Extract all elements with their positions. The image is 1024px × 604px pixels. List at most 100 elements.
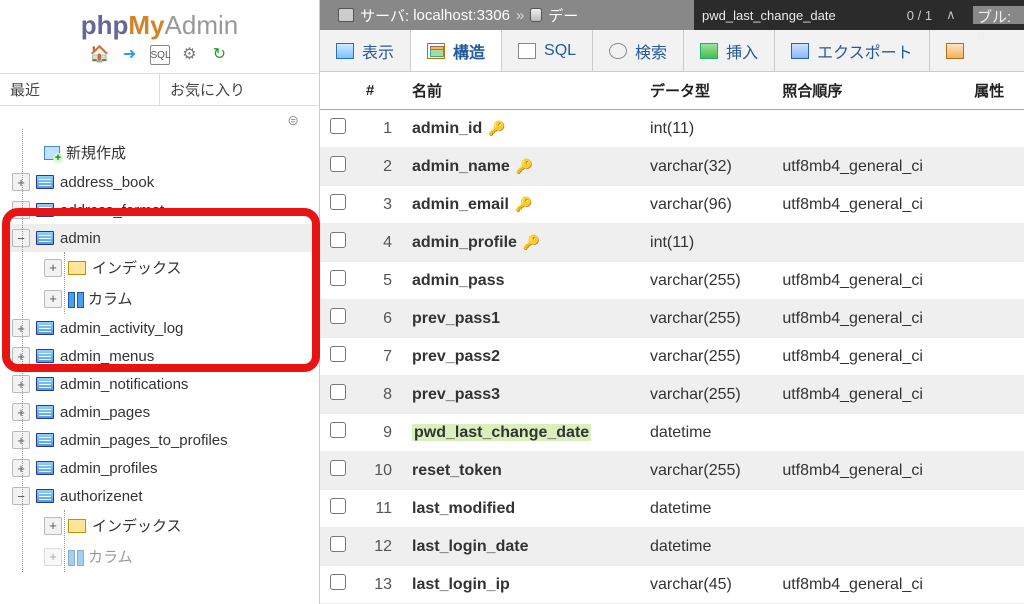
breadcrumb-server-value[interactable]: localhost:3306: [413, 7, 510, 24]
docs-icon[interactable]: SQL: [150, 45, 170, 65]
row-checkbox[interactable]: [330, 308, 346, 324]
expand-icon[interactable]: +: [12, 173, 30, 191]
expand-icon[interactable]: +: [12, 403, 30, 421]
table-row[interactable]: 9pwd_last_change_datedatetime: [320, 414, 1024, 452]
row-name[interactable]: admin_id🔑: [402, 110, 640, 148]
row-checkbox[interactable]: [330, 232, 346, 248]
tree-item-admin_profiles[interactable]: + admin_profiles: [10, 454, 319, 482]
row-number: 7: [356, 338, 402, 376]
row-name[interactable]: admin_name🔑: [402, 148, 640, 186]
row-number: 11: [356, 490, 402, 528]
row-attr: [964, 414, 1024, 452]
table-icon: [36, 321, 54, 335]
row-name[interactable]: admin_pass: [402, 262, 640, 300]
breadcrumb-db[interactable]: デー: [548, 5, 578, 26]
expand-icon[interactable]: +: [44, 290, 62, 308]
table-row[interactable]: 3admin_email🔑varchar(96)utf8mb4_general_…: [320, 186, 1024, 224]
expand-icon[interactable]: +: [12, 201, 30, 219]
row-checkbox[interactable]: [330, 156, 346, 172]
expand-icon[interactable]: +: [44, 517, 62, 535]
collapse-icon[interactable]: −: [12, 487, 30, 505]
table-row[interactable]: 5admin_passvarchar(255)utf8mb4_general_c…: [320, 262, 1024, 300]
expand-icon[interactable]: +: [12, 431, 30, 449]
row-name[interactable]: prev_pass3: [402, 376, 640, 414]
row-checkbox[interactable]: [330, 422, 346, 438]
table-row[interactable]: 13last_login_ipvarchar(45)utf8mb4_genera…: [320, 566, 1024, 604]
expand-icon[interactable]: +: [12, 459, 30, 477]
row-checkbox[interactable]: [330, 536, 346, 552]
tab-browse[interactable]: 表示: [320, 30, 411, 71]
tab-structure[interactable]: 構造: [411, 30, 502, 71]
row-checkbox[interactable]: [330, 118, 346, 134]
tree-item-admin_notifications[interactable]: + admin_notifications: [10, 370, 319, 398]
table-row[interactable]: 7prev_pass2varchar(255)utf8mb4_general_c…: [320, 338, 1024, 376]
row-checkbox[interactable]: [330, 270, 346, 286]
table-row[interactable]: 11last_modifieddatetime: [320, 490, 1024, 528]
expand-icon[interactable]: +: [12, 347, 30, 365]
tab-export[interactable]: エクスポート: [775, 30, 930, 71]
tree-item-address_book[interactable]: + address_book: [10, 168, 319, 196]
tab-favorites[interactable]: お気に入り: [160, 74, 319, 105]
tree-item-admin_activity_log[interactable]: + admin_activity_log: [10, 314, 319, 342]
tree-item-admin[interactable]: − admin: [10, 224, 319, 252]
tree-new[interactable]: 新規作成: [10, 137, 319, 168]
tree-item-address_format[interactable]: + address_format: [10, 196, 319, 224]
table-row[interactable]: 6prev_pass1varchar(255)utf8mb4_general_c…: [320, 300, 1024, 338]
find-prev-icon[interactable]: ∧: [942, 7, 960, 23]
row-name[interactable]: last_login_date: [402, 528, 640, 566]
tree-item-admin_menus[interactable]: + admin_menus: [10, 342, 319, 370]
tree-authorizenet-indexes[interactable]: + インデックス: [42, 510, 319, 541]
breadcrumb-tail[interactable]: ブル: a: [973, 6, 1024, 24]
row-checkbox[interactable]: [330, 498, 346, 514]
row-number: 3: [356, 186, 402, 224]
row-checkbox[interactable]: [330, 574, 346, 590]
row-type: varchar(45): [640, 566, 772, 604]
table-row[interactable]: 8prev_pass3varchar(255)utf8mb4_general_c…: [320, 376, 1024, 414]
table-row[interactable]: 2admin_name🔑varchar(32)utf8mb4_general_c…: [320, 148, 1024, 186]
row-checkbox[interactable]: [330, 384, 346, 400]
row-type: varchar(255): [640, 300, 772, 338]
tab-recent[interactable]: 最近: [0, 74, 160, 105]
export-icon: [791, 43, 809, 59]
expand-icon[interactable]: +: [44, 259, 62, 277]
expand-icon[interactable]: +: [44, 548, 62, 566]
find-term[interactable]: pwd_last_change_date: [702, 8, 897, 23]
home-icon[interactable]: 🏠: [90, 45, 110, 65]
row-name[interactable]: pwd_last_change_date: [402, 414, 640, 452]
tab-sql[interactable]: SQL: [502, 30, 593, 71]
row-name[interactable]: prev_pass2: [402, 338, 640, 376]
tree-admin-columns[interactable]: + カラム: [42, 283, 319, 314]
row-name[interactable]: admin_profile🔑: [402, 224, 640, 262]
collapse-tree-icon[interactable]: ⊜: [0, 106, 319, 129]
settings-icon[interactable]: ⚙: [179, 45, 199, 65]
reload-icon[interactable]: ↻: [209, 45, 229, 65]
tree-item-authorizenet[interactable]: − authorizenet: [10, 482, 319, 510]
table-row[interactable]: 4admin_profile🔑int(11): [320, 224, 1024, 262]
tab-search[interactable]: 検索: [593, 30, 684, 71]
table-row[interactable]: 12last_login_datedatetime: [320, 528, 1024, 566]
table-row[interactable]: 10reset_tokenvarchar(255)utf8mb4_general…: [320, 452, 1024, 490]
row-collation: utf8mb4_general_ci: [772, 186, 964, 224]
row-name[interactable]: last_login_ip: [402, 566, 640, 604]
tree-item-admin_pages[interactable]: + admin_pages: [10, 398, 319, 426]
row-name[interactable]: prev_pass1: [402, 300, 640, 338]
tree-admin-indexes[interactable]: + インデックス: [42, 252, 319, 283]
tree-authorizenet-columns[interactable]: + カラム: [42, 541, 319, 572]
tab-insert[interactable]: 挿入: [684, 30, 775, 71]
logout-icon[interactable]: ➜: [120, 45, 140, 65]
expand-icon[interactable]: +: [12, 375, 30, 393]
row-checkbox[interactable]: [330, 460, 346, 476]
expand-icon[interactable]: +: [12, 319, 30, 337]
table-row[interactable]: 1admin_id🔑int(11): [320, 110, 1024, 148]
collapse-icon[interactable]: −: [12, 229, 30, 247]
row-checkbox[interactable]: [330, 194, 346, 210]
sql-icon: [518, 43, 536, 59]
col-checkbox: [320, 72, 356, 110]
tree-item-admin_pages_to_profiles[interactable]: + admin_pages_to_profiles: [10, 426, 319, 454]
row-name[interactable]: reset_token: [402, 452, 640, 490]
row-number: 4: [356, 224, 402, 262]
row-name[interactable]: admin_email🔑: [402, 186, 640, 224]
row-name[interactable]: last_modified: [402, 490, 640, 528]
row-checkbox[interactable]: [330, 346, 346, 362]
row-collation: [772, 224, 964, 262]
